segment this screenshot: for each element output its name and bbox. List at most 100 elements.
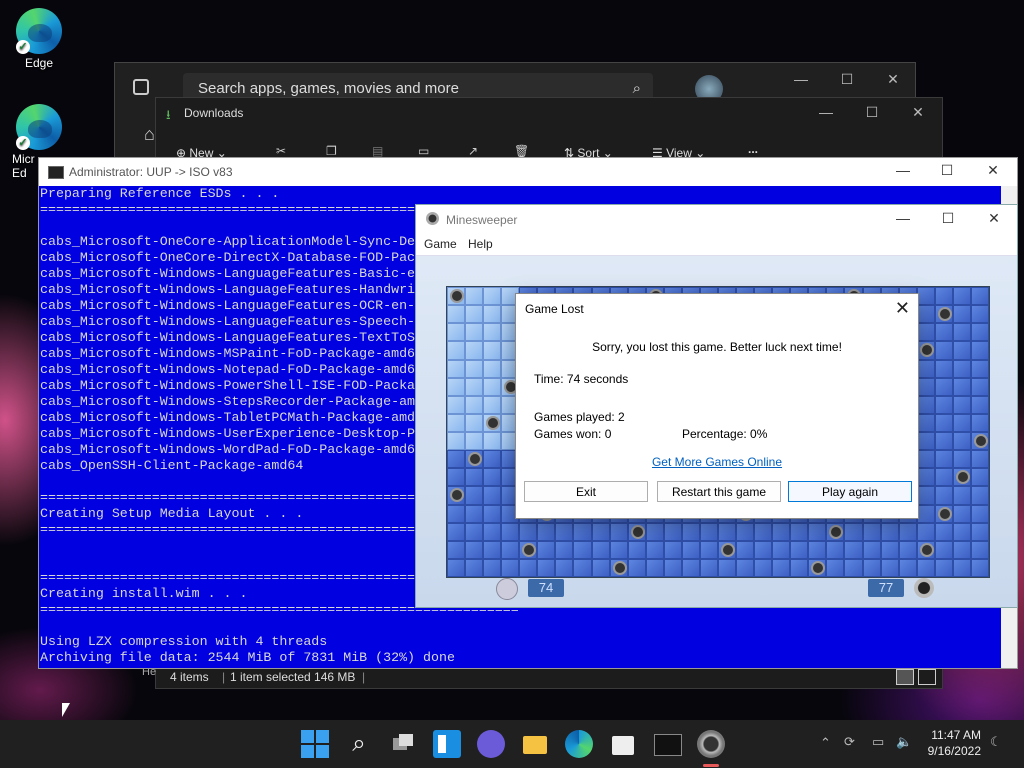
mine-cell[interactable]	[537, 540, 556, 559]
widgets-icon[interactable]	[433, 730, 461, 758]
mine-cell[interactable]	[501, 540, 520, 559]
terminal-icon[interactable]	[653, 730, 682, 758]
mine-cell[interactable]	[447, 540, 466, 559]
mine-cell[interactable]	[483, 450, 502, 469]
mine-cell[interactable]	[970, 540, 989, 559]
mine-cell[interactable]	[772, 540, 791, 559]
rename-icon[interactable]: ▭	[418, 144, 429, 158]
mine-cell[interactable]	[880, 558, 899, 577]
mine-cell[interactable]	[609, 522, 628, 541]
mine-cell[interactable]	[483, 413, 502, 432]
restart-button[interactable]: Restart this game	[657, 481, 781, 502]
close-icon[interactable]: ✕	[898, 104, 938, 121]
mine-cell[interactable]	[483, 323, 502, 342]
mine-cell[interactable]	[844, 558, 863, 577]
mine-cell[interactable]	[447, 486, 466, 505]
mine-cell[interactable]	[718, 558, 737, 577]
mine-cell[interactable]	[970, 432, 989, 451]
mine-cell[interactable]	[483, 377, 502, 396]
mine-cell[interactable]	[627, 558, 646, 577]
mine-cell[interactable]	[519, 558, 538, 577]
mine-cell[interactable]	[862, 522, 881, 541]
mine-cell[interactable]	[952, 558, 971, 577]
mine-cell[interactable]	[465, 287, 484, 306]
file-explorer-icon[interactable]	[521, 730, 549, 758]
mine-cell[interactable]	[934, 504, 953, 523]
mine-cell[interactable]	[519, 540, 538, 559]
mine-cell[interactable]	[970, 504, 989, 523]
mine-cell[interactable]	[627, 540, 646, 559]
play-again-button[interactable]: Play again	[788, 481, 912, 502]
mine-cell[interactable]	[970, 377, 989, 396]
mine-cell[interactable]	[934, 395, 953, 414]
mine-cell[interactable]	[465, 558, 484, 577]
mine-cell[interactable]	[483, 522, 502, 541]
mine-cell[interactable]	[970, 305, 989, 324]
tiles-view-icon[interactable]	[918, 669, 936, 685]
mine-cell[interactable]	[790, 522, 809, 541]
mine-cell[interactable]	[573, 540, 592, 559]
mine-cell[interactable]	[880, 522, 899, 541]
notifications-icon[interactable]: ☾	[990, 734, 1002, 750]
close-icon[interactable]: ✕	[973, 162, 1013, 179]
mine-cell[interactable]	[465, 540, 484, 559]
mine-cell[interactable]	[519, 522, 538, 541]
mine-cell[interactable]	[447, 323, 466, 342]
mine-cell[interactable]	[465, 504, 484, 523]
mine-cell[interactable]	[483, 359, 502, 378]
mine-cell[interactable]	[970, 413, 989, 432]
mine-cell[interactable]	[681, 558, 700, 577]
mine-cell[interactable]	[916, 287, 935, 306]
menu-help[interactable]: Help	[468, 237, 493, 251]
mine-cell[interactable]	[952, 323, 971, 342]
mine-cell[interactable]	[826, 540, 845, 559]
mine-cell[interactable]	[681, 540, 700, 559]
mine-cell[interactable]	[465, 468, 484, 487]
mine-cell[interactable]	[736, 540, 755, 559]
mine-cell[interactable]	[663, 558, 682, 577]
mine-cell[interactable]	[952, 359, 971, 378]
mine-cell[interactable]	[465, 395, 484, 414]
mine-cell[interactable]	[970, 359, 989, 378]
mine-cell[interactable]	[555, 558, 574, 577]
mine-cell[interactable]	[952, 341, 971, 360]
mine-cell[interactable]	[772, 558, 791, 577]
mine-cell[interactable]	[952, 287, 971, 306]
paste-icon[interactable]: ▤	[372, 144, 383, 158]
chevron-up-icon[interactable]: ⌃	[820, 735, 831, 751]
close-icon[interactable]: ✕	[895, 298, 910, 319]
mine-cell[interactable]	[483, 287, 502, 306]
copy-icon[interactable]: ❐	[326, 144, 337, 158]
menu-game[interactable]: Game	[424, 237, 457, 251]
mine-cell[interactable]	[952, 395, 971, 414]
mine-cell[interactable]	[465, 377, 484, 396]
mine-cell[interactable]	[934, 450, 953, 469]
mine-cell[interactable]	[916, 486, 935, 505]
mine-cell[interactable]	[447, 468, 466, 487]
mine-cell[interactable]	[736, 522, 755, 541]
mine-cell[interactable]	[483, 486, 502, 505]
mine-cell[interactable]	[898, 540, 917, 559]
minimize-icon[interactable]: —	[781, 71, 821, 87]
network-icon[interactable]: ▭	[872, 734, 884, 750]
mine-cell[interactable]	[447, 450, 466, 469]
mine-cell[interactable]	[537, 522, 556, 541]
mine-cell[interactable]	[483, 504, 502, 523]
mine-cell[interactable]	[880, 540, 899, 559]
exit-button[interactable]: Exit	[524, 481, 648, 502]
minimize-icon[interactable]: —	[806, 104, 846, 120]
mine-cell[interactable]	[934, 468, 953, 487]
mine-cell[interactable]	[862, 540, 881, 559]
mine-cell[interactable]	[952, 450, 971, 469]
mine-cell[interactable]	[483, 432, 502, 451]
chat-icon[interactable]	[477, 730, 505, 758]
mine-cell[interactable]	[483, 540, 502, 559]
mine-cell[interactable]	[934, 377, 953, 396]
mine-cell[interactable]	[447, 359, 466, 378]
maximize-icon[interactable]: ☐	[827, 71, 867, 88]
details-view-icon[interactable]	[896, 669, 914, 685]
mine-cell[interactable]	[916, 341, 935, 360]
mine-cell[interactable]	[573, 558, 592, 577]
mine-cell[interactable]	[844, 522, 863, 541]
desktop-icon-edge[interactable]: ✓ Edge	[4, 8, 74, 70]
